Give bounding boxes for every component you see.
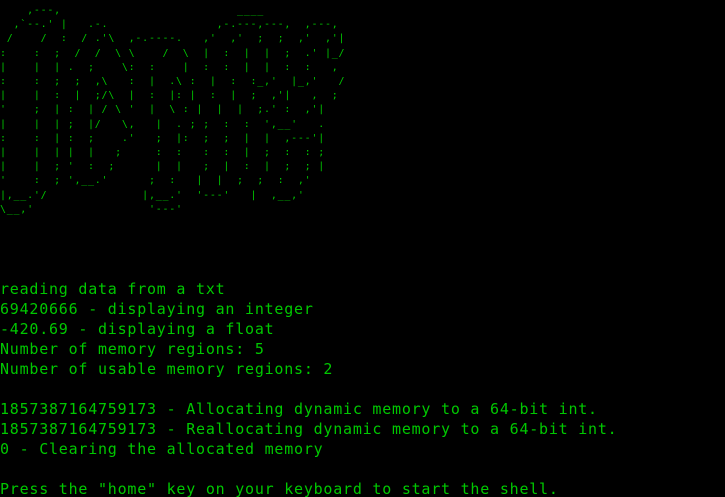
- terminal-output: reading data from a txt 69420666 - displ…: [0, 279, 725, 497]
- terminal-screen: ,---, ____ ,`--.' | .-. ,-.---,---, ,---…: [0, 0, 725, 497]
- ascii-art-logo: ,---, ____ ,`--.' | .-. ,-.---,---, ,---…: [0, 5, 346, 215]
- output-line: 0 - Clearing the allocated memory: [0, 440, 324, 458]
- shell-start-prompt: Press the "home" key on your keyboard to…: [0, 480, 559, 497]
- output-line: reading data from a txt: [0, 280, 226, 298]
- output-line: 69420666 - displaying an integer: [0, 300, 314, 318]
- output-line: 1857387164759173 - Allocating dynamic me…: [0, 400, 598, 418]
- output-line: 1857387164759173 - Reallocating dynamic …: [0, 420, 618, 438]
- output-line: Number of memory regions: 5: [0, 340, 265, 358]
- output-line: -420.69 - displaying a float: [0, 320, 275, 338]
- output-line: Number of usable memory regions: 2: [0, 360, 334, 378]
